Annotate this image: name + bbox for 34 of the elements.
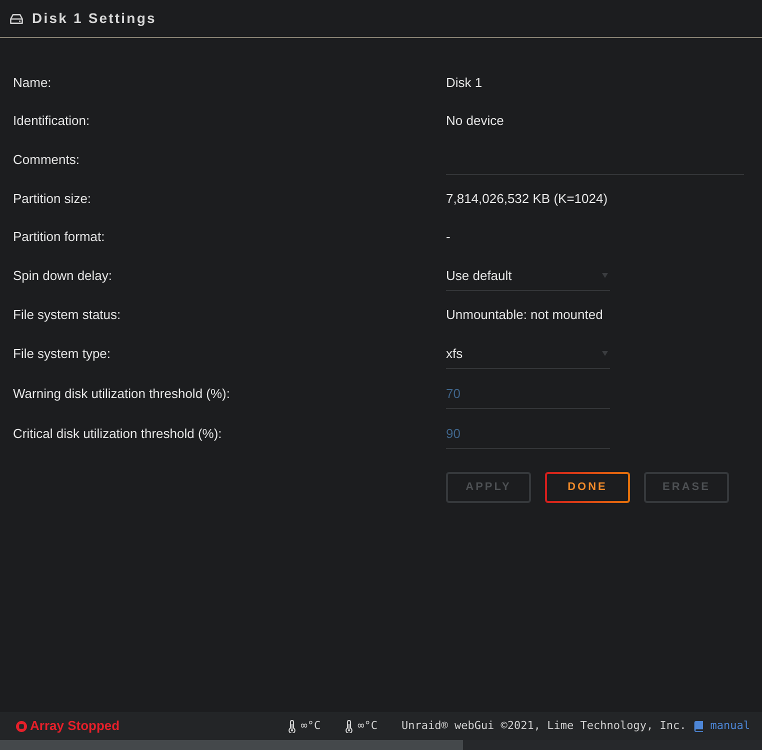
scrollbar-thumb[interactable] [0, 740, 463, 750]
field-value: No device [446, 112, 504, 130]
copyright-text: Unraid® webGui ©2021, Lime Technology, Inc. [401, 718, 686, 734]
field-label: Name: [13, 74, 52, 92]
field-label: Comments: [13, 151, 80, 170]
field-label: Identification: [13, 112, 91, 130]
field-value: 7,814,026,532 KB (K=1024) [446, 190, 608, 208]
temperature-reading: ∞°C [358, 718, 378, 734]
book-icon [694, 720, 704, 732]
field-label: File system type: [13, 345, 112, 364]
field-label: Partition size: [13, 190, 92, 208]
temperature-reading: ∞°C [300, 718, 321, 734]
number-input-field[interactable]: 70 [446, 379, 610, 409]
field-label: Spin down delay: [13, 267, 114, 286]
field-label: Critical disk utilization threshold (%): [13, 425, 223, 444]
field-label: File system status: [13, 306, 122, 324]
action-button[interactable]: DONE [545, 472, 630, 503]
caret-icon [602, 351, 608, 356]
field-value: Unmountable: not mounted [446, 306, 603, 324]
field-value: Disk 1 [446, 74, 482, 92]
hard-drive-icon [10, 14, 23, 24]
thermometer-icon [344, 720, 353, 732]
page-title: Disk 1 Settings [32, 9, 156, 28]
select-field[interactable]: xfs [446, 339, 610, 369]
field-label: Warning disk utilization threshold (%): [13, 385, 231, 404]
caret-icon [602, 273, 608, 278]
thermometer-icon [288, 720, 296, 732]
stop-circle-icon [16, 720, 27, 732]
array-status: Array Stopped [30, 717, 120, 736]
select-field[interactable]: Use default [446, 261, 610, 291]
field-value: - [446, 228, 450, 246]
number-input-field[interactable]: 90 [446, 419, 610, 449]
manual-link[interactable]: manual [694, 718, 750, 734]
field-label: Partition format: [13, 228, 106, 246]
